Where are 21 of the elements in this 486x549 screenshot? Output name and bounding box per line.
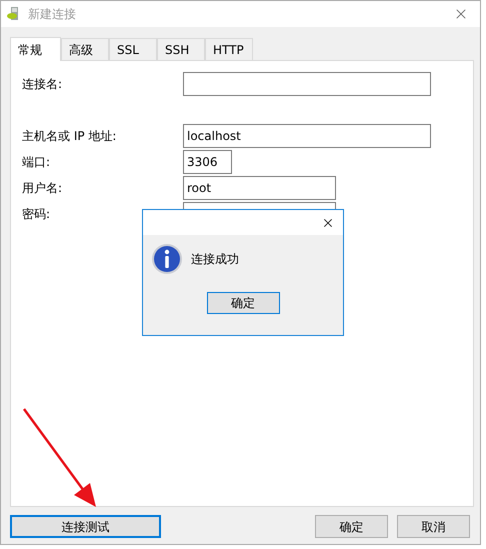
- tab[interactable]: 常规: [10, 37, 61, 61]
- ok-button[interactable]: 确定: [206, 292, 280, 314]
- input-field[interactable]: root: [183, 176, 336, 200]
- tab[interactable]: SSL: [109, 38, 157, 60]
- tab[interactable]: SSH: [157, 38, 205, 60]
- dialog-button[interactable]: 确定: [315, 515, 388, 538]
- window-title: 新建连接: [28, 6, 76, 23]
- field-label: 主机名或 IP 地址:: [21, 128, 118, 145]
- tab[interactable]: HTTP: [205, 38, 253, 60]
- input-field[interactable]: localhost: [183, 124, 431, 148]
- tab[interactable]: 高级: [61, 38, 109, 60]
- dialog-message: 连接成功: [191, 251, 239, 268]
- field-label: 端口:: [21, 154, 52, 171]
- field-label: 连接名:: [21, 76, 64, 93]
- dialog-button[interactable]: 取消: [397, 515, 470, 538]
- dialog-button[interactable]: 连接测试: [10, 515, 161, 538]
- input-field[interactable]: [183, 72, 431, 96]
- input-field[interactable]: 3306: [183, 150, 232, 174]
- field-label: 用户名:: [21, 180, 64, 197]
- field-label: 密码:: [21, 206, 52, 223]
- info-icon: [151, 243, 183, 275]
